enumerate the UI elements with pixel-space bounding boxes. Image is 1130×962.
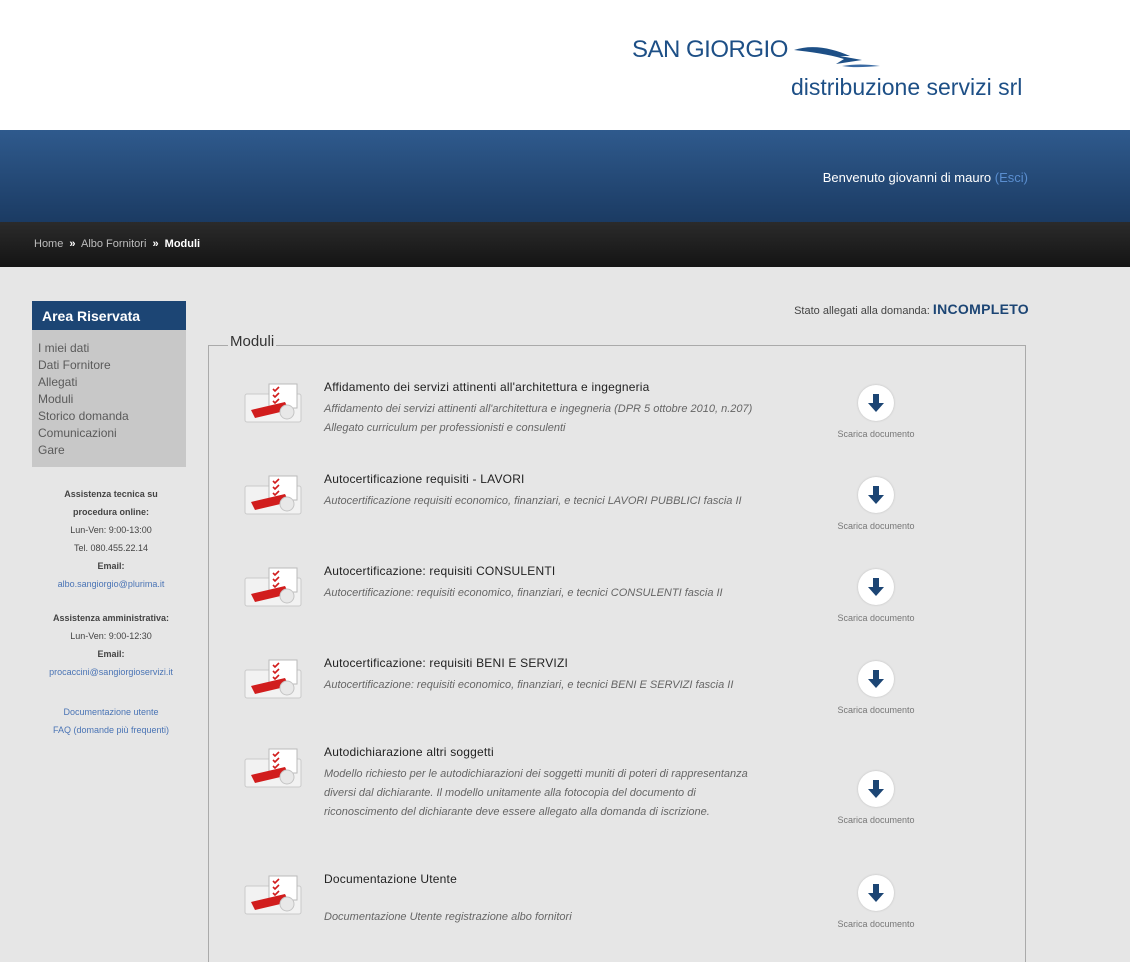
sidebar-item-dati-fornitore[interactable]: Dati Fornitore <box>38 357 180 374</box>
breadcrumb: Home » Albo Fornitori » Moduli <box>0 222 1130 267</box>
module-title: Affidamento dei servizi attinenti all'ar… <box>324 380 650 394</box>
module-title: Documentazione Utente <box>324 872 457 886</box>
sidebar-title: Area Riservata <box>32 301 186 330</box>
download-button[interactable]: Scarica documento <box>821 661 931 715</box>
download-label[interactable]: Scarica documento <box>821 429 931 439</box>
module-description: Modello richiesto per le autodichiarazio… <box>324 768 748 818</box>
tech-support-phone: Tel. 080.455.22.14 <box>73 543 149 553</box>
module-description: Documentazione Utente registrazione albo… <box>324 911 572 923</box>
download-label[interactable]: Scarica documento <box>821 815 931 825</box>
checklist-document-icon <box>244 567 302 607</box>
module-title: Autodichiarazione altri soggetti <box>324 745 494 759</box>
breadcrumb-albo[interactable]: Albo Fornitori <box>81 238 146 250</box>
module-title: Autocertificazione: requisiti CONSULENTI <box>324 564 556 578</box>
module-title: Autocertificazione requisiti - LAVORI <box>324 472 525 486</box>
checklist-document-icon <box>244 748 302 788</box>
module-description: Autocertificazione: requisiti economico,… <box>324 679 734 691</box>
checklist-document-icon <box>244 875 302 915</box>
welcome-text: Benvenuto giovanni di mauro <box>822 170 992 185</box>
download-label[interactable]: Scarica documento <box>821 705 931 715</box>
download-button[interactable]: Scarica documento <box>821 385 931 439</box>
download-button[interactable]: Scarica documento <box>821 771 931 825</box>
admin-email-link[interactable]: procaccini@sangiorgioservizi.it <box>0 663 222 681</box>
logo-line2: distribuzione servizi srl <box>791 74 1023 100</box>
admin-support-title: Assistenza amministrativa: <box>52 613 170 623</box>
logout-link[interactable]: (Esci) <box>995 170 1028 185</box>
sidebar-item-allegati[interactable]: Allegati <box>38 374 180 391</box>
tech-support-title-2: procedura online: <box>72 507 149 517</box>
tech-email-link[interactable]: albo.sangiorgio@plurima.it <box>0 575 222 593</box>
checklist-document-icon <box>244 475 302 515</box>
attachment-status: Stato allegati alla domanda: INCOMPLETO <box>794 301 1029 317</box>
module-description: Autocertificazione requisiti economico, … <box>324 495 742 507</box>
sidebar-item-moduli[interactable]: Moduli <box>38 391 180 408</box>
admin-support-hours: Lun-Ven: 9:00-12:30 <box>70 631 152 641</box>
sidebar-item-comunicazioni[interactable]: Comunicazioni <box>38 425 180 442</box>
admin-email-label: Email: <box>97 649 125 659</box>
tech-email-label: Email: <box>97 561 125 571</box>
download-label[interactable]: Scarica documento <box>821 919 931 929</box>
breadcrumb-separator: » <box>69 238 76 250</box>
checklist-document-icon <box>244 659 302 699</box>
breadcrumb-separator: » <box>152 238 159 250</box>
download-arrow-icon[interactable] <box>858 569 894 605</box>
download-arrow-icon[interactable] <box>858 661 894 697</box>
sidebar-menu: I miei dati Dati Fornitore Allegati Modu… <box>32 330 186 467</box>
download-arrow-icon[interactable] <box>858 385 894 421</box>
tech-support-title: Assistenza tecnica su <box>64 489 158 499</box>
download-arrow-icon[interactable] <box>858 875 894 911</box>
welcome-message: Benvenuto giovanni di mauro (Esci) <box>823 170 1028 185</box>
checklist-document-icon <box>244 383 302 423</box>
logo[interactable]: SAN GIORGIO distribuzione servizi srl <box>600 30 1040 120</box>
sidebar-item-storico-domanda[interactable]: Storico domanda <box>38 408 180 425</box>
download-button[interactable]: Scarica documento <box>821 875 931 929</box>
breadcrumb-home[interactable]: Home <box>34 238 63 250</box>
sidebar-item-gare[interactable]: Gare <box>38 442 180 459</box>
download-label[interactable]: Scarica documento <box>821 613 931 623</box>
moduli-legend: Moduli <box>228 333 277 350</box>
sidebar-item-i-miei-dati[interactable]: I miei dati <box>38 340 180 357</box>
attachment-status-value: INCOMPLETO <box>932 301 1029 317</box>
tech-support-hours: Lun-Ven: 9:00-13:00 <box>70 525 152 535</box>
sidebar: Area Riservata I miei dati Dati Fornitor… <box>32 301 186 739</box>
module-description: Autocertificazione: requisiti economico,… <box>324 587 723 599</box>
breadcrumb-current: Moduli <box>164 238 201 250</box>
module-description: Affidamento dei servizi attinenti all'ar… <box>324 403 753 434</box>
download-arrow-icon[interactable] <box>858 477 894 513</box>
download-button[interactable]: Scarica documento <box>821 477 931 531</box>
download-label[interactable]: Scarica documento <box>821 521 931 531</box>
support-info: Assistenza tecnica su procedura online: … <box>0 485 222 739</box>
user-documentation-link[interactable]: Documentazione utente <box>0 703 222 721</box>
logo-line1: SAN GIORGIO <box>632 36 788 63</box>
module-title: Autocertificazione: requisiti BENI E SER… <box>324 656 569 670</box>
download-arrow-icon[interactable] <box>858 771 894 807</box>
faq-link[interactable]: FAQ (domande più frequenti) <box>0 721 222 739</box>
attachment-status-label: Stato allegati alla domanda: <box>794 305 930 317</box>
download-button[interactable]: Scarica documento <box>821 569 931 623</box>
swoosh-icon <box>794 47 880 68</box>
